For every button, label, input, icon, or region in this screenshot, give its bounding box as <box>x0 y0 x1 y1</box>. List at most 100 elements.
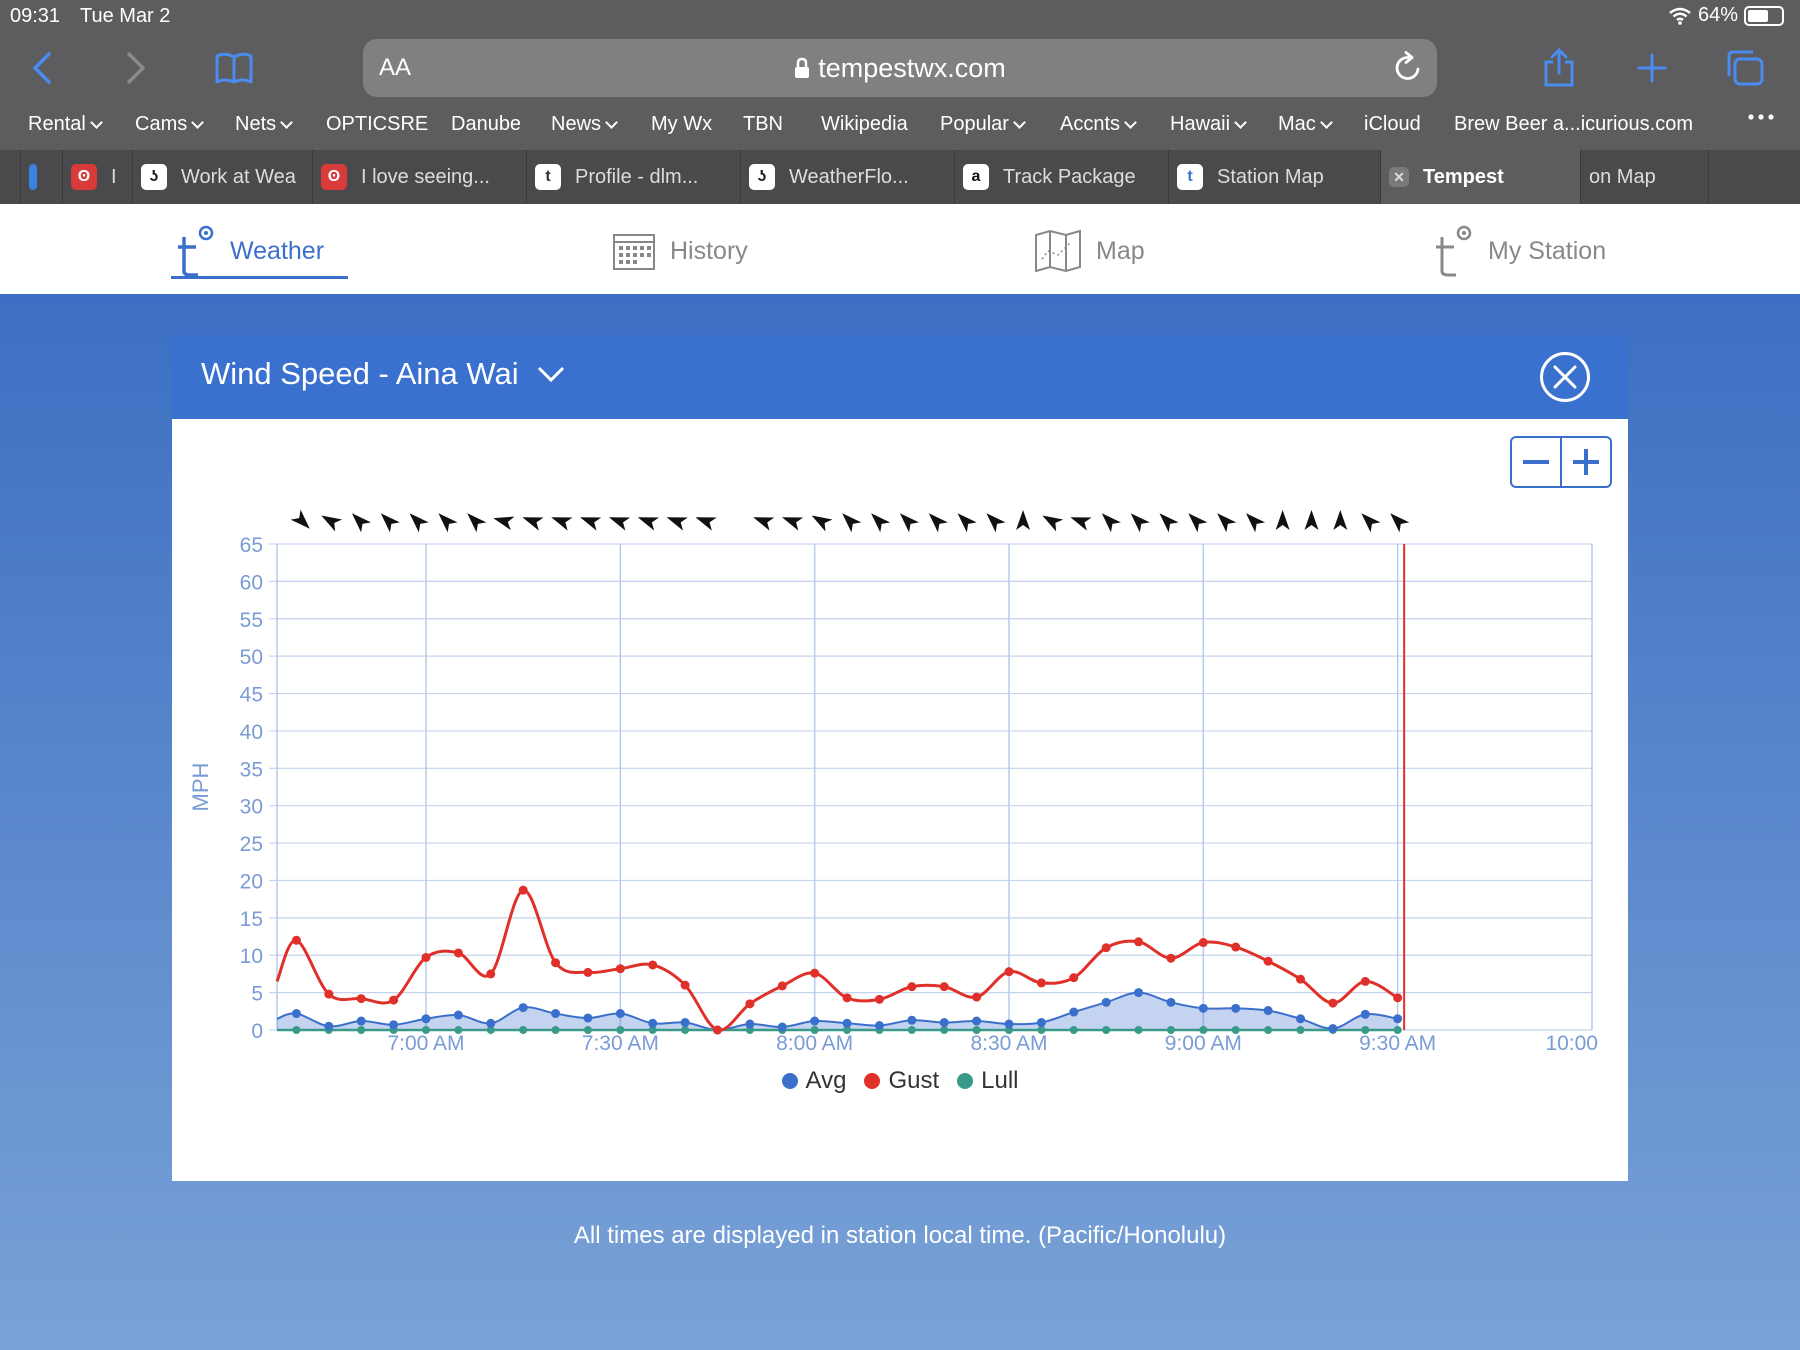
gust-point <box>615 964 625 974</box>
zoom-in-button[interactable] <box>1562 438 1610 486</box>
nav-map[interactable]: Map <box>1034 222 1145 280</box>
tab-2[interactable]: ʘ I <box>62 150 132 204</box>
wind-direction-arrow <box>871 513 891 533</box>
forward-button[interactable] <box>114 46 158 90</box>
chart-panel-header: Wind Speed - Aina Wai <box>172 335 1628 419</box>
bookmark-rental[interactable]: Rental <box>28 113 103 136</box>
nav-history[interactable]: History <box>612 222 748 280</box>
tab-station-map[interactable]: t Station Map <box>1168 150 1380 204</box>
lull-point <box>454 1026 463 1034</box>
new-tab-button[interactable] <box>1630 46 1674 90</box>
y-tick-label: 60 <box>240 571 263 594</box>
station-selector[interactable]: Wind Speed - Aina Wai <box>201 356 565 392</box>
x-tick-label: 8:30 AM <box>970 1032 1047 1055</box>
lull-point <box>1231 1026 1240 1034</box>
tab-work-at-wea[interactable]: ʖ Work at Wea <box>132 150 312 204</box>
bookmarks-button[interactable] <box>212 46 256 90</box>
lull-point <box>421 1026 430 1034</box>
timezone-note: All times are displayed in station local… <box>573 1222 1227 1249</box>
avg-point <box>1166 997 1176 1007</box>
bookmark-icloud[interactable]: iCloud <box>1364 113 1421 136</box>
legend-lull[interactable]: Lull <box>957 1067 1018 1095</box>
chevron-down-icon <box>280 115 293 129</box>
blue-tab-icon <box>29 164 37 190</box>
wind-direction-arrow <box>1246 513 1266 533</box>
lull-point <box>1393 1026 1402 1034</box>
tab-empty[interactable] <box>1708 150 1764 204</box>
tabs-overview-button[interactable] <box>1723 46 1767 90</box>
bookmark-mac[interactable]: Mac <box>1278 113 1333 136</box>
bookmark-nets[interactable]: Nets <box>235 113 293 136</box>
lull-point <box>1069 1026 1078 1034</box>
nav-weather[interactable]: Weather <box>176 222 324 280</box>
tab-on-map[interactable]: on Map <box>1580 150 1708 204</box>
tab-tempest[interactable]: ✕ Tempest <box>1380 150 1580 204</box>
bookmark-cams[interactable]: Cams <box>135 113 205 136</box>
bookmark-news[interactable]: News <box>551 113 618 136</box>
tab-i-love-seeing[interactable]: ʘ I love seeing... <box>312 150 526 204</box>
x-tick-label: 8:00 AM <box>776 1032 853 1055</box>
minus-icon <box>1523 460 1549 464</box>
legend-avg[interactable]: Avg <box>781 1067 846 1095</box>
bookmark-hawaii[interactable]: Hawaii <box>1170 113 1247 136</box>
avg-point <box>356 1016 366 1026</box>
lull-point <box>681 1026 690 1034</box>
zoom-out-button[interactable] <box>1512 438 1560 486</box>
y-tick-label: 20 <box>240 870 263 893</box>
legend-gust[interactable]: Gust <box>864 1067 939 1095</box>
share-button[interactable] <box>1537 46 1581 90</box>
bookmark-danube[interactable]: Danube <box>451 113 521 136</box>
avg-point <box>648 1018 658 1028</box>
wind-direction-arrow <box>608 517 631 531</box>
avg-point <box>680 1018 690 1028</box>
zoom-control <box>1510 436 1612 488</box>
gust-point <box>842 993 852 1003</box>
bookmark-my-wx[interactable]: My Wx <box>651 113 712 136</box>
reload-icon[interactable] <box>1393 51 1423 83</box>
nav-my-station[interactable]: My Station <box>1434 222 1606 280</box>
avg-point <box>421 1014 431 1024</box>
lull-point <box>907 1026 916 1034</box>
tab-weatherflow[interactable]: ʖ WeatherFlo... <box>740 150 954 204</box>
lull-point <box>1296 1026 1305 1034</box>
avg-point <box>486 1018 496 1028</box>
wind-direction-arrow <box>842 513 862 533</box>
status-date: Tue Mar 2 <box>80 5 171 27</box>
y-tick-label: 10 <box>240 945 263 968</box>
y-tick-label: 50 <box>240 646 263 669</box>
gust-point <box>1360 976 1370 986</box>
avg-point <box>1101 997 1111 1007</box>
bookmark-brew-beer[interactable]: Brew Beer a...icurious.com <box>1454 113 1693 136</box>
gust-point <box>939 982 949 992</box>
avg-point <box>518 1003 528 1013</box>
chevron-down-icon <box>1013 115 1026 129</box>
bookmark-wikipedia[interactable]: Wikipedia <box>821 113 908 136</box>
plus-icon <box>1637 53 1667 83</box>
status-right: 64% <box>1668 4 1784 27</box>
lull-point <box>810 1026 819 1034</box>
gust-point <box>518 885 528 895</box>
bookmark-accnts[interactable]: Accnts <box>1060 113 1137 136</box>
tab-track-package[interactable]: a Track Package <box>954 150 1168 204</box>
gust-point <box>777 981 787 991</box>
address-bar[interactable]: AA tempestwx.com <box>363 39 1437 97</box>
avg-point <box>583 1013 593 1023</box>
back-button[interactable] <box>20 46 64 90</box>
more-bookmarks-button[interactable] <box>1748 113 1774 121</box>
bookmark-tbn[interactable]: TBN <box>743 113 783 136</box>
tab-profile[interactable]: t Profile - dlm... <box>526 150 740 204</box>
bookmark-opticsre[interactable]: OPTICSRE <box>326 113 428 136</box>
close-panel-button[interactable] <box>1540 352 1590 402</box>
avg-point <box>389 1020 399 1030</box>
wind-direction-arrow <box>957 513 977 533</box>
red-app-icon: ʘ <box>71 164 97 190</box>
tab-1[interactable] <box>20 150 62 204</box>
y-tick-label: 15 <box>240 908 263 931</box>
close-icon[interactable]: ✕ <box>1389 167 1409 187</box>
lull-point <box>940 1026 949 1034</box>
lull-point <box>1037 1026 1046 1034</box>
avg-point <box>810 1016 820 1026</box>
bookmark-popular[interactable]: Popular <box>940 113 1026 136</box>
red-app-icon: ʘ <box>321 164 347 190</box>
wind-direction-arrow <box>1304 510 1319 530</box>
